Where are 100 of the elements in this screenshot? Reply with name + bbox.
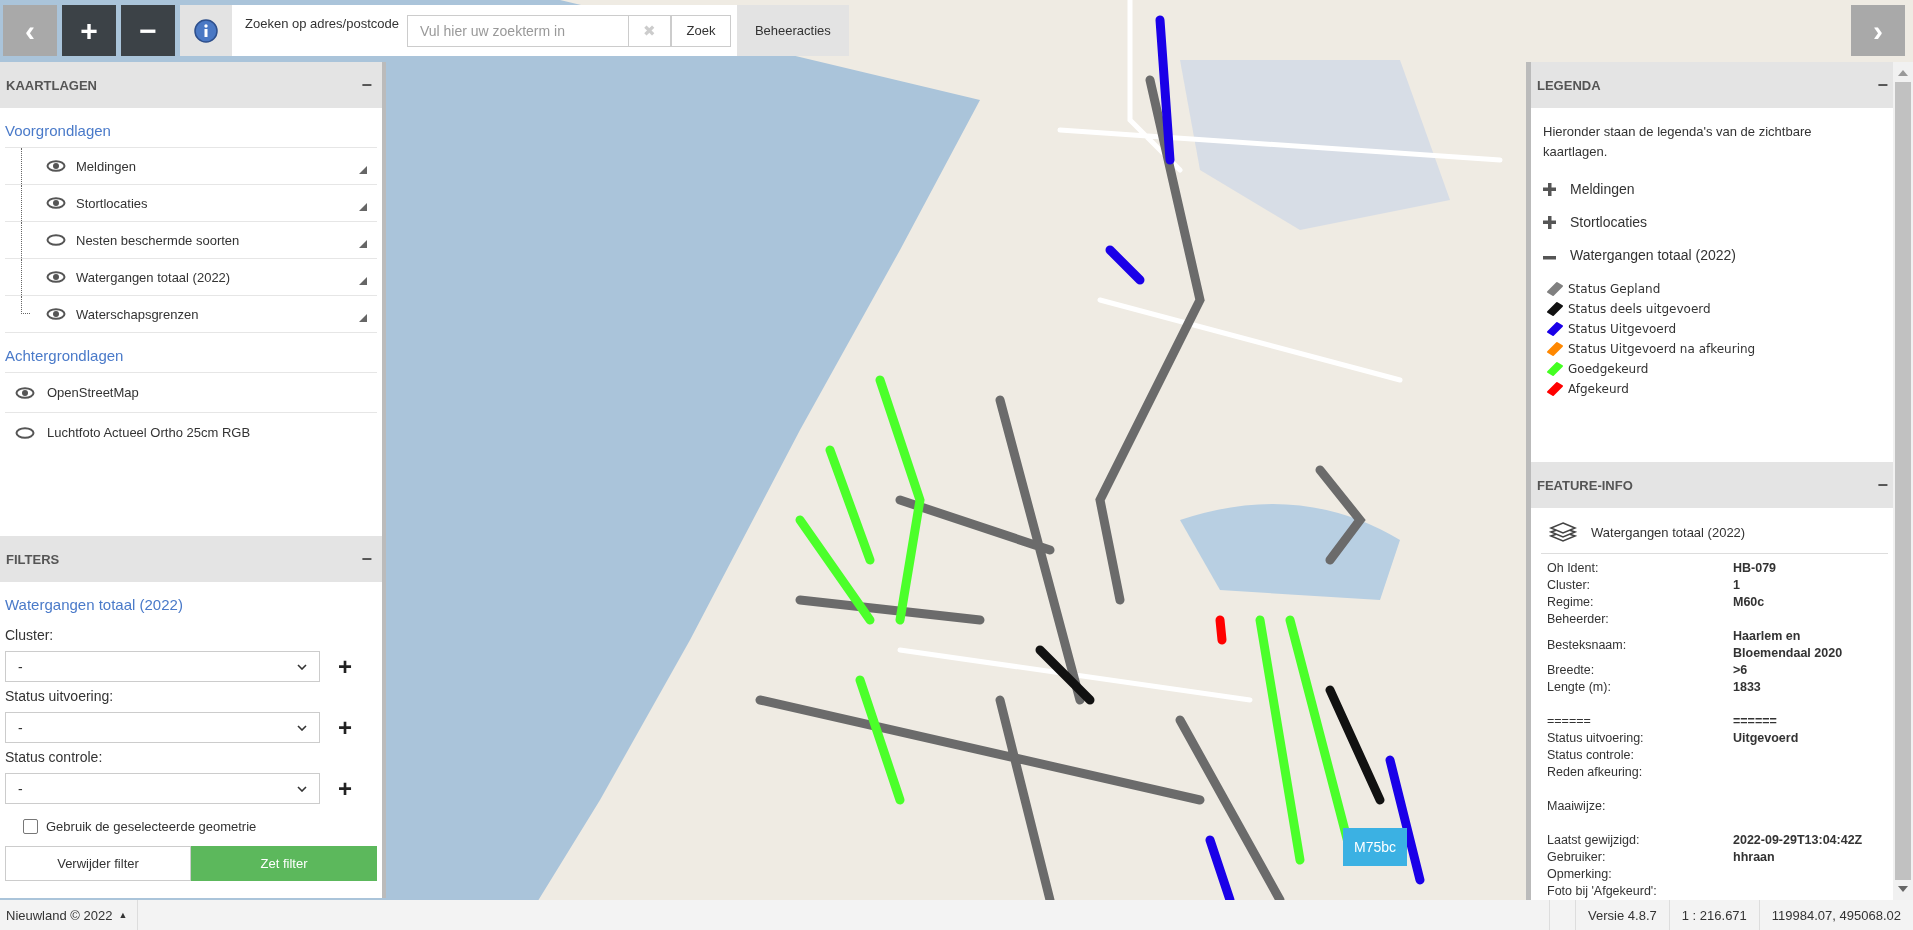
feature-layer-name: Watergangen totaal (2022) — [1591, 524, 1746, 540]
remove-filter-button[interactable]: Verwijder filter — [5, 846, 191, 881]
add-button[interactable]: + — [338, 713, 352, 742]
coordinates-text: 119984.07, 495068.02 — [1758, 900, 1913, 930]
layer-name[interactable]: Waterschapsgrenzen — [76, 306, 359, 322]
attribute-label: Lengte (m): — [1547, 679, 1612, 696]
legend-label: Status Gepland — [1568, 282, 1661, 296]
attribute-label: Foto bij 'Afgekeurd': — [1547, 883, 1658, 900]
layers-icon — [1549, 520, 1577, 544]
map-feature-label: M75bc — [1343, 828, 1407, 866]
eye-icon[interactable] — [46, 271, 66, 283]
panel-title: LEGENDA — [1537, 77, 1601, 93]
chevron-down-icon — [297, 785, 307, 792]
attribute-value: M60c — [1733, 594, 1766, 611]
layer-name[interactable]: Watergangen totaal (2022) — [76, 269, 359, 285]
legend-label: Status Uitgevoerd — [1568, 322, 1677, 336]
dropdown[interactable]: - — [5, 773, 320, 804]
plus-icon[interactable] — [1543, 214, 1557, 229]
attribute-label: Gebruiker: — [1547, 849, 1607, 866]
field-label: Status controle: — [5, 749, 104, 765]
attribute-label: Beheerder: — [1547, 611, 1610, 628]
attribute-label: Reden afkeuring: — [1547, 764, 1644, 781]
eye-outline-icon[interactable] — [15, 426, 35, 439]
copyright-text: Nieuwland © 2022 — [6, 907, 113, 923]
attribute-value: Haarlem en Bloemendaal 2020 — [1733, 628, 1844, 662]
eye-icon[interactable] — [46, 160, 66, 172]
attribute-label: Opmerking: — [1547, 866, 1613, 883]
attribute-label: Status controle: — [1547, 747, 1635, 764]
chevron-down-icon — [297, 663, 307, 670]
dropdown[interactable]: - — [5, 712, 320, 743]
info-button[interactable] — [180, 5, 232, 56]
collapse-button[interactable]: − — [1873, 74, 1892, 96]
add-button[interactable]: + — [338, 652, 352, 681]
legend-group-name[interactable]: Watergangen totaal (2022) — [1570, 246, 1737, 263]
attribute-value: hhraan — [1733, 849, 1776, 866]
attribute-label: Maaiwijze: — [1547, 798, 1607, 815]
attribute-value: HB-079 — [1733, 560, 1778, 577]
search-field[interactable]: Vul hier uw zoekterm in — [406, 14, 629, 47]
attribute-label: Breedte: — [1547, 662, 1596, 679]
attribute-label: ====== — [1547, 713, 1592, 730]
chevron-down-icon — [297, 724, 307, 731]
zoom-out-button[interactable]: − — [121, 5, 175, 56]
layer-name[interactable]: Nesten beschermde soorten — [76, 232, 359, 248]
layer-name[interactable]: Stortlocaties — [76, 195, 359, 211]
add-button[interactable]: + — [338, 774, 352, 803]
scale-text: 1 : 216.671 — [1668, 900, 1759, 930]
legend-label: Afgekeurd — [1568, 382, 1629, 396]
legend-label: Status Uitgevoerd na afkeuring — [1568, 342, 1756, 356]
legend-label: Goedgekeurd — [1568, 362, 1649, 376]
layer-name[interactable]: Luchtfoto Actueel Ortho 25cm RGB — [47, 425, 377, 440]
legend-group-name[interactable]: Stortlocaties — [1570, 213, 1648, 230]
section-heading: Voorgrondlagen — [5, 122, 112, 141]
checkbox[interactable] — [23, 819, 38, 834]
legend-label: Status deels uitgevoerd — [1568, 302, 1711, 316]
expand-triangle-icon[interactable] — [359, 240, 367, 248]
panel-title: KAARTLAGEN — [6, 77, 97, 93]
search-label: Zoeken op adres/postcode — [244, 16, 400, 31]
field-label: Status uitvoering: — [5, 688, 115, 704]
panel-title: FILTERS — [6, 551, 60, 567]
search-button[interactable]: Zoek — [670, 14, 731, 47]
attribute-value: 1833 — [1733, 679, 1762, 696]
manage-button[interactable]: Beheeracties — [736, 5, 849, 56]
panel-title: FEATURE-INFO — [1537, 477, 1633, 493]
attribute-label: Oh Ident: — [1547, 560, 1600, 577]
scrollbar-thumb[interactable] — [1895, 82, 1911, 880]
checkbox-label[interactable]: Gebruik de geselecteerde geometrie — [46, 819, 257, 834]
collapse-button[interactable]: − — [357, 74, 376, 96]
section-heading: Watergangen totaal (2022) — [5, 596, 184, 615]
dropdown[interactable]: - — [5, 651, 320, 682]
attribute-label: Cluster: — [1547, 577, 1592, 594]
scroll-down-icon[interactable] — [1898, 886, 1908, 892]
expand-button[interactable]: ▲ — [118, 910, 128, 920]
zoom-in-button[interactable]: + — [62, 5, 116, 56]
attribute-value: >6 — [1733, 662, 1749, 679]
legend-group-name[interactable]: Meldingen — [1570, 180, 1635, 197]
expand-triangle-icon[interactable] — [359, 166, 367, 174]
collapse-button[interactable]: − — [1873, 474, 1892, 496]
attribute-value: 2022-09-29T13:04:42Z — [1733, 832, 1864, 849]
scrollbar[interactable] — [1893, 62, 1913, 900]
layer-name[interactable]: Meldingen — [76, 158, 359, 174]
plus-icon[interactable] — [1543, 181, 1557, 196]
legend-intro: Hieronder staan de legenda's van de zichtbare kaartlagen. — [1543, 123, 1813, 161]
expand-triangle-icon[interactable] — [359, 277, 367, 285]
eye-icon[interactable] — [46, 308, 66, 320]
expand-triangle-icon[interactable] — [359, 203, 367, 211]
eye-icon[interactable] — [46, 197, 66, 209]
attribute-value: Uitgevoerd — [1733, 730, 1800, 747]
collapse-button[interactable]: − — [357, 548, 376, 570]
expand-triangle-icon[interactable] — [359, 314, 367, 322]
attribute-label: Laatst gewijzigd: — [1547, 832, 1641, 849]
field-label: Cluster: — [5, 627, 55, 643]
attribute-label: Regime: — [1547, 594, 1595, 611]
eye-icon[interactable] — [15, 386, 35, 399]
section-heading: Achtergrondlagen — [5, 347, 125, 366]
attribute-value: 1 — [1733, 577, 1741, 594]
attribute-label: Status uitvoering: — [1547, 730, 1645, 747]
layer-name[interactable]: OpenStreetMap — [47, 385, 377, 400]
eye-outline-icon[interactable] — [46, 234, 66, 246]
info-icon — [194, 18, 218, 43]
version-text: Versie 4.8.7 — [1575, 900, 1669, 930]
